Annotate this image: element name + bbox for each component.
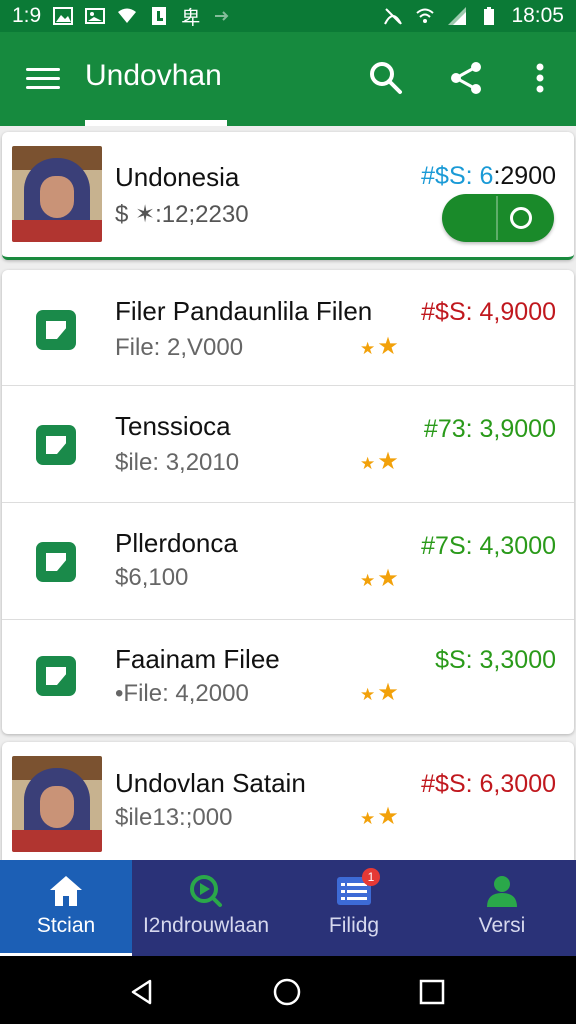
star-rating-icon: ★★ (360, 803, 401, 830)
item-title: Pllerdonca (115, 528, 238, 558)
bottom-nav: Stcian I2ndrouwlaan 1 Filidg Versi (0, 860, 576, 956)
list-item[interactable]: Faainam Filee •File: 4,2000 ★★ $S: 3,300… (2, 620, 574, 736)
play-search-icon (190, 875, 222, 907)
file-list: Filer Pandaunlila Filen File: 2,V000 ★★ … (2, 270, 574, 734)
chinese-char-icon: 卑 (181, 6, 201, 29)
menu-icon[interactable] (26, 68, 60, 90)
item-title: Undovlan Satain (115, 768, 306, 798)
featured-price-prefix: #$S: 6 (421, 162, 494, 190)
back-icon[interactable] (128, 978, 156, 1006)
star-rating-icon: ★★ (360, 565, 401, 592)
nav-item-download[interactable]: I2ndrouwlaan (132, 860, 280, 956)
no-signal-icon (384, 8, 403, 25)
item-price: #$S: 4,9000 (421, 298, 556, 326)
item-subtitle: File: 2,V000 (115, 334, 244, 361)
status-time-left: 1:9 (12, 4, 42, 27)
item-title: Tenssioca (115, 411, 231, 441)
item-title: Filer Pandaunlila Filen (115, 296, 373, 326)
star-rating-icon: ★★ (360, 679, 401, 706)
gallery-icon (85, 8, 106, 24)
featured-toggle[interactable] (442, 194, 554, 242)
item-subtitle: •File: 4,2000 (115, 680, 249, 707)
featured-card[interactable]: Undonesia $ ✶:12;2230 #$S: 6:2900 (2, 132, 574, 260)
featured-title: Undonesia (115, 162, 240, 192)
list-item[interactable]: Tenssioca $ile: 3,2010 ★★ #73: 3,9000 (2, 387, 574, 503)
list-item[interactable]: Filer Pandaunlila Filen File: 2,V000 ★★ … (2, 270, 574, 386)
wifi-icon (416, 8, 435, 23)
recents-icon[interactable] (418, 978, 446, 1006)
person-icon (487, 876, 517, 907)
arrow-icon (215, 11, 229, 21)
nav-item-profile[interactable]: Versi (428, 860, 576, 956)
item-title: Faainam Filee (115, 644, 280, 674)
file-icon (36, 310, 76, 350)
item-subtitle: $6,100 (115, 564, 189, 591)
app-bar: Undovhan (0, 32, 576, 126)
search-icon[interactable] (368, 60, 404, 96)
nav-label: Versi (478, 914, 526, 937)
app-title: Undovhan (85, 59, 222, 92)
file-icon (36, 542, 76, 582)
star-rating-icon: ★★ (360, 333, 401, 360)
featured-price: #$S: 6:2900 (421, 162, 556, 191)
file-icon (36, 656, 76, 696)
nav-label: I2ndrouwlaan (142, 914, 270, 937)
item-price: #73: 3,9000 (423, 415, 556, 443)
star-rating-icon: ★★ (360, 448, 401, 475)
status-left: 1:9 卑 (12, 3, 232, 30)
share-icon[interactable] (448, 60, 484, 96)
more-vert-icon[interactable] (522, 60, 558, 96)
item-price: $S: 3,3000 (435, 646, 556, 674)
nav-item-files[interactable]: 1 Filidg (280, 860, 428, 956)
sim-icon (152, 7, 167, 25)
item-subtitle: $ile13:;000 (115, 804, 233, 831)
battery-icon (484, 7, 495, 25)
item-price: #7S: 4,3000 (421, 532, 556, 560)
list-item[interactable]: Undovlan Satain $ile13:;000 ★★ #$S: 6,30… (2, 742, 574, 862)
status-bar: 1:9 卑 18:05 (0, 0, 576, 32)
status-clock: 18:05 (511, 4, 564, 27)
nav-label: Stcian (36, 914, 96, 937)
featured-price-suffix: :2900 (493, 162, 556, 190)
featured-subtitle: $ ✶:12;2230 (115, 201, 249, 228)
image-icon (53, 7, 74, 25)
list-item[interactable]: Pllerdonca $6,100 ★★ #7S: 4,3000 (2, 504, 574, 620)
nav-label: Filidg (328, 914, 380, 937)
list-icon-wrap: 1 (336, 868, 380, 908)
wifi-icon (118, 8, 137, 23)
cell-signal-icon (448, 7, 467, 25)
item-subtitle: $ile: 3,2010 (115, 449, 240, 476)
file-icon (36, 425, 76, 465)
nav-item-home[interactable]: Stcian (0, 860, 132, 956)
avatar (12, 756, 102, 852)
avatar (12, 146, 102, 242)
system-nav-bar (0, 956, 576, 1024)
item-price: #$S: 6,3000 (421, 770, 556, 798)
status-right: 18:05 (383, 4, 564, 28)
home-button-icon[interactable] (273, 978, 301, 1006)
notification-badge: 1 (362, 868, 380, 886)
title-tab-indicator (85, 120, 227, 126)
home-icon (50, 876, 82, 906)
